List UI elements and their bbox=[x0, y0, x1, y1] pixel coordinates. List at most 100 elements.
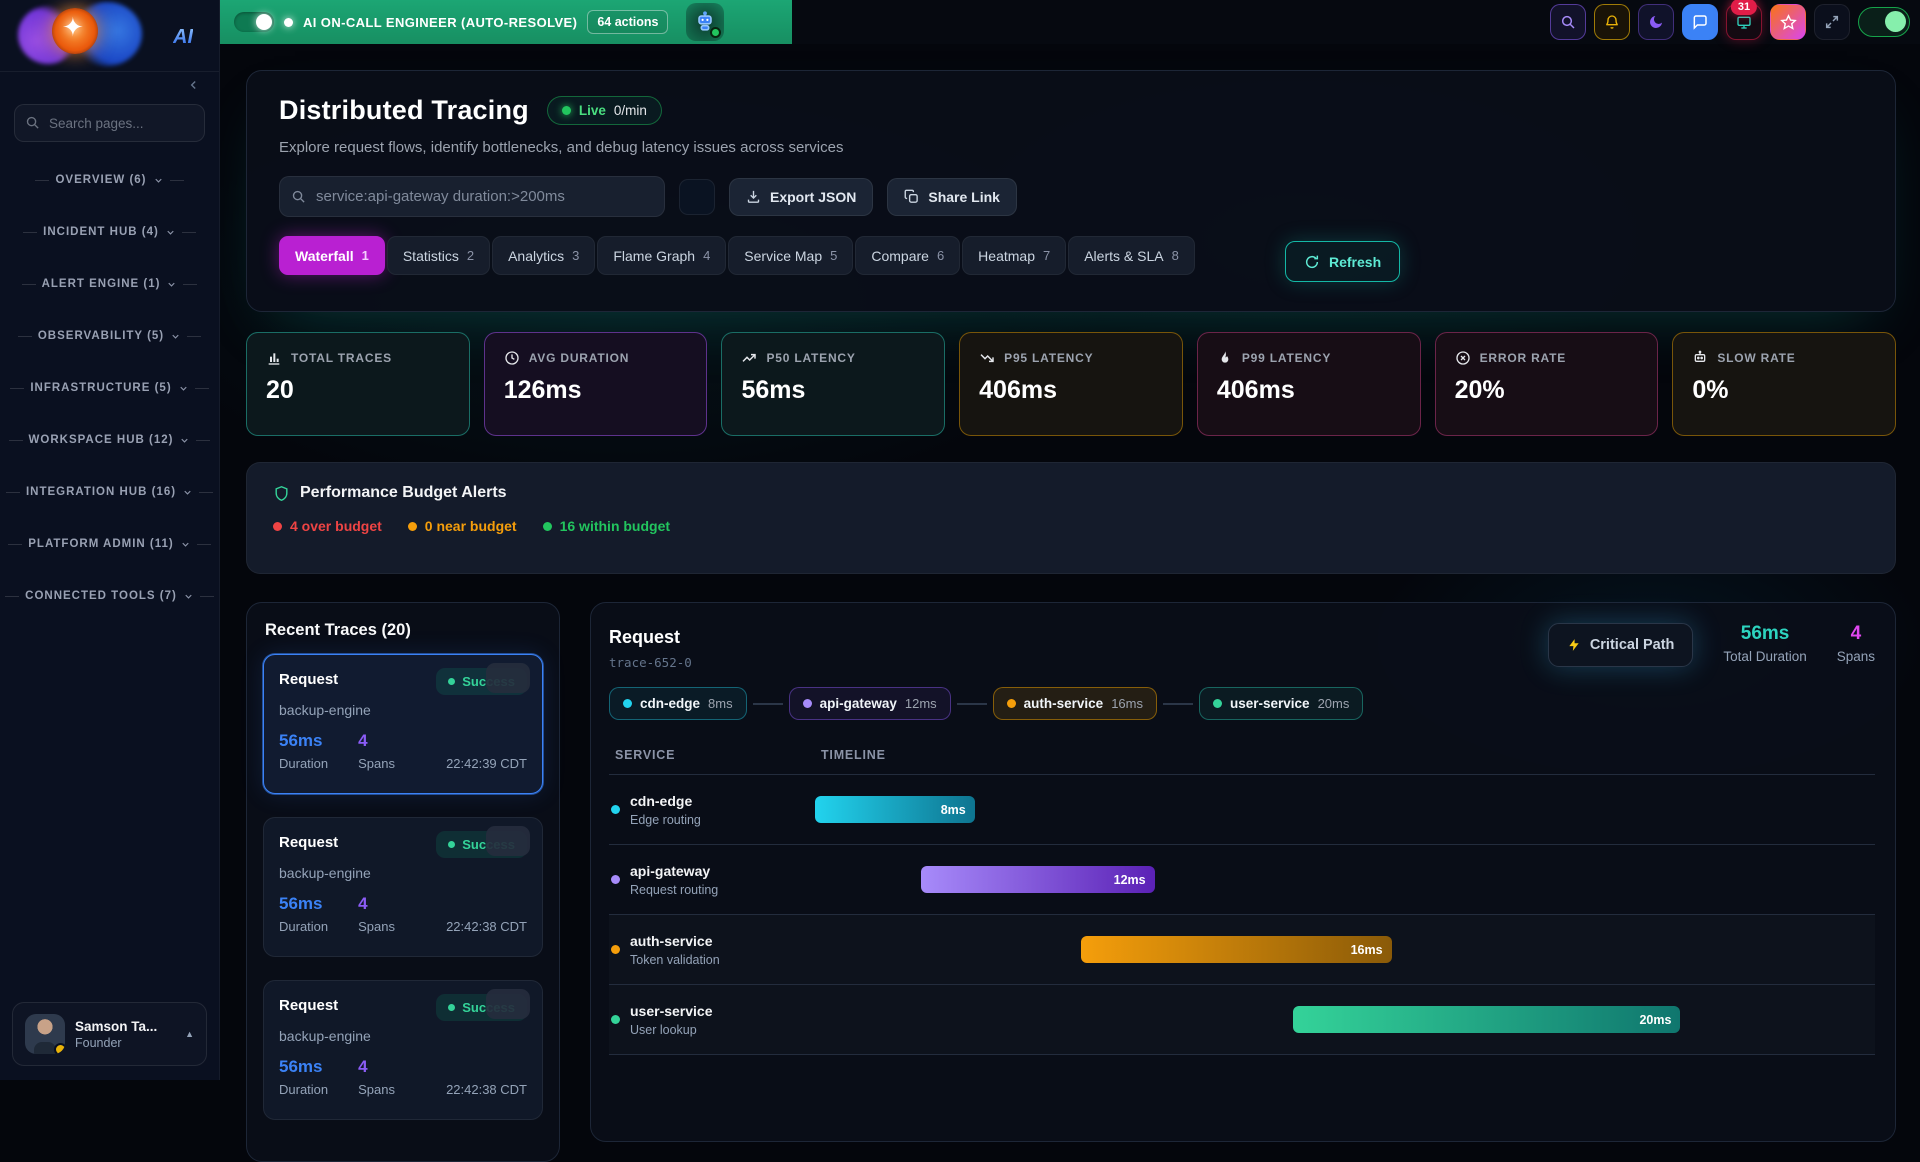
refresh-icon bbox=[1304, 254, 1320, 270]
view-tab[interactable]: Analytics3 bbox=[492, 236, 595, 275]
sidebar-nav-label: OBSERVABILITY (5) bbox=[38, 330, 164, 342]
status-dot bbox=[408, 522, 417, 531]
view-tab[interactable]: Alerts & SLA8 bbox=[1068, 236, 1195, 275]
stat-value: 20% bbox=[1455, 376, 1639, 405]
waterfall-row[interactable]: user-service User lookup 20ms bbox=[609, 985, 1875, 1055]
stat-label: TOTAL TRACES bbox=[291, 351, 392, 365]
view-tab[interactable]: Waterfall1 bbox=[279, 236, 385, 275]
view-tab[interactable]: Service Map5 bbox=[728, 236, 853, 275]
stat-card: SLOW RATE 0% bbox=[1672, 332, 1896, 436]
sidebar-nav-item[interactable]: WORKSPACE HUB (12) bbox=[0, 428, 219, 452]
trace-card[interactable]: Request Success backup-engine 56ms Durat… bbox=[263, 654, 543, 794]
actions-count-badge[interactable]: 64 actions bbox=[587, 10, 668, 34]
budget-item: 0 near budget bbox=[408, 518, 517, 534]
budget-items: 4 over budget 0 near budget 16 within bu… bbox=[273, 518, 1869, 534]
notification-count-badge: 31 bbox=[1731, 0, 1757, 15]
sidebar-nav-item[interactable]: INFRASTRUCTURE (5) bbox=[0, 376, 219, 400]
stat-card: P95 LATENCY 406ms bbox=[959, 332, 1183, 436]
chat-button[interactable] bbox=[1682, 4, 1718, 40]
sidebar-search-input[interactable] bbox=[14, 104, 205, 142]
user-profile[interactable]: Samson Ta... Founder ▲ bbox=[12, 1002, 207, 1066]
stat-value: 0% bbox=[1692, 376, 1876, 405]
trace-card-action-button[interactable] bbox=[486, 989, 530, 1019]
view-tab[interactable]: Flame Graph4 bbox=[597, 236, 726, 275]
view-tab[interactable]: Heatmap7 bbox=[962, 236, 1066, 275]
fullscreen-button[interactable] bbox=[1814, 4, 1850, 40]
span-bar[interactable]: 16ms bbox=[1081, 936, 1392, 963]
sidebar-nav-item[interactable]: PLATFORM ADMIN (11) bbox=[0, 532, 219, 556]
trace-duration: 56ms Duration bbox=[279, 731, 328, 771]
service-chip[interactable]: cdn-edge 8ms bbox=[609, 687, 747, 720]
trace-card[interactable]: Request Success backup-engine 56ms Durat… bbox=[263, 980, 543, 1120]
filter-options-button[interactable] bbox=[679, 179, 715, 215]
sidebar-nav-item[interactable]: INCIDENT HUB (4) bbox=[0, 220, 219, 244]
waterfall-row[interactable]: cdn-edge Edge routing 8ms bbox=[609, 775, 1875, 845]
sidebar: ✦ AI OVERVIEW (6) INCIDENT HUB (4) bbox=[0, 0, 220, 1080]
trace-card[interactable]: Request Success backup-engine 56ms Durat… bbox=[263, 817, 543, 957]
sidebar-collapse-icon[interactable] bbox=[187, 78, 201, 92]
sidebar-nav-item[interactable]: ALERT ENGINE (1) bbox=[0, 272, 219, 296]
view-tab[interactable]: Statistics2 bbox=[387, 236, 490, 275]
stat-label: SLOW RATE bbox=[1717, 351, 1795, 365]
stat-value: 406ms bbox=[979, 376, 1163, 405]
waterfall-row[interactable]: auth-service Token validation 16ms bbox=[609, 915, 1875, 985]
view-tabs: Waterfall1 Statistics2 Analytics3 Flame … bbox=[279, 236, 1863, 275]
stat-label: ERROR RATE bbox=[1480, 351, 1566, 365]
span-bar[interactable]: 12ms bbox=[921, 866, 1155, 893]
theme-button[interactable] bbox=[1638, 4, 1674, 40]
stat-label: AVG DURATION bbox=[529, 351, 630, 365]
stat-card: AVG DURATION 126ms bbox=[484, 332, 708, 436]
chevron-down-icon bbox=[180, 539, 191, 550]
favorites-button[interactable] bbox=[1770, 4, 1806, 40]
trace-service: backup-engine bbox=[279, 1028, 527, 1044]
trace-duration: 56ms Duration bbox=[279, 1057, 328, 1097]
critical-path-button[interactable]: Critical Path bbox=[1548, 623, 1694, 667]
service-chip[interactable]: api-gateway 12ms bbox=[789, 687, 951, 720]
span-bar[interactable]: 8ms bbox=[815, 796, 975, 823]
view-tab[interactable]: Compare6 bbox=[855, 236, 960, 275]
sidebar-nav-item[interactable]: CONNECTED TOOLS (7) bbox=[0, 584, 219, 608]
search-button[interactable] bbox=[1550, 4, 1586, 40]
logo-star-icon: ✦ bbox=[62, 12, 84, 43]
shield-icon bbox=[273, 485, 290, 502]
span-description: Request routing bbox=[630, 883, 718, 897]
trace-filter-input[interactable] bbox=[279, 176, 665, 217]
request-detail-panel: Request trace-652-0 Critical Path 56ms T… bbox=[590, 602, 1896, 1142]
recent-traces-title: Recent Traces (20) bbox=[265, 621, 543, 640]
share-link-button[interactable]: Share Link bbox=[887, 178, 1017, 216]
stat-value: 20 bbox=[266, 376, 450, 405]
main-toggle[interactable] bbox=[1858, 7, 1910, 37]
budget-item-label: 0 near budget bbox=[425, 518, 517, 534]
robot-status-dot bbox=[710, 27, 721, 38]
trace-card-action-button[interactable] bbox=[486, 826, 530, 856]
monitor-button[interactable]: 31 bbox=[1726, 4, 1762, 40]
refresh-button[interactable]: Refresh bbox=[1285, 241, 1400, 282]
sidebar-nav-item[interactable]: OVERVIEW (6) bbox=[0, 168, 219, 192]
sidebar-nav-item[interactable]: INTEGRATION HUB (16) bbox=[0, 480, 219, 504]
trace-spans: 4 Spans bbox=[358, 731, 395, 771]
chevron-down-icon bbox=[165, 227, 176, 238]
span-bar[interactable]: 20ms bbox=[1293, 1006, 1680, 1033]
stats-row: TOTAL TRACES 20 AVG DURATION 126ms bbox=[246, 332, 1896, 436]
notifications-button[interactable] bbox=[1594, 4, 1630, 40]
chat-icon bbox=[1692, 14, 1708, 30]
service-chip[interactable]: user-service 20ms bbox=[1199, 687, 1363, 720]
sidebar-nav: OVERVIEW (6) INCIDENT HUB (4) ALERT ENGI… bbox=[0, 168, 219, 608]
service-chips: cdn-edge 8ms api-gateway 12ms auth-servi… bbox=[609, 687, 1875, 720]
sidebar-nav-label: WORKSPACE HUB (12) bbox=[29, 434, 174, 446]
ai-oncall-banner: AI ON-CALL ENGINEER (AUTO-RESOLVE) 64 ac… bbox=[220, 0, 792, 44]
service-dot bbox=[611, 1015, 620, 1024]
live-dot bbox=[562, 106, 571, 115]
span-service-name: user-service bbox=[630, 1003, 713, 1019]
stat-card: TOTAL TRACES 20 bbox=[246, 332, 470, 436]
export-json-button[interactable]: Export JSON bbox=[729, 178, 873, 216]
trace-card-action-button[interactable] bbox=[486, 663, 530, 693]
ai-robot-button[interactable] bbox=[686, 3, 724, 41]
sidebar-nav-item[interactable]: OBSERVABILITY (5) bbox=[0, 324, 219, 348]
sidebar-search bbox=[14, 104, 205, 142]
avatar bbox=[25, 1014, 65, 1054]
waterfall-row[interactable]: api-gateway Request routing 12ms bbox=[609, 845, 1875, 915]
flame-icon bbox=[1217, 350, 1233, 366]
ai-oncall-toggle[interactable] bbox=[234, 12, 274, 32]
service-chip[interactable]: auth-service 16ms bbox=[993, 687, 1157, 720]
